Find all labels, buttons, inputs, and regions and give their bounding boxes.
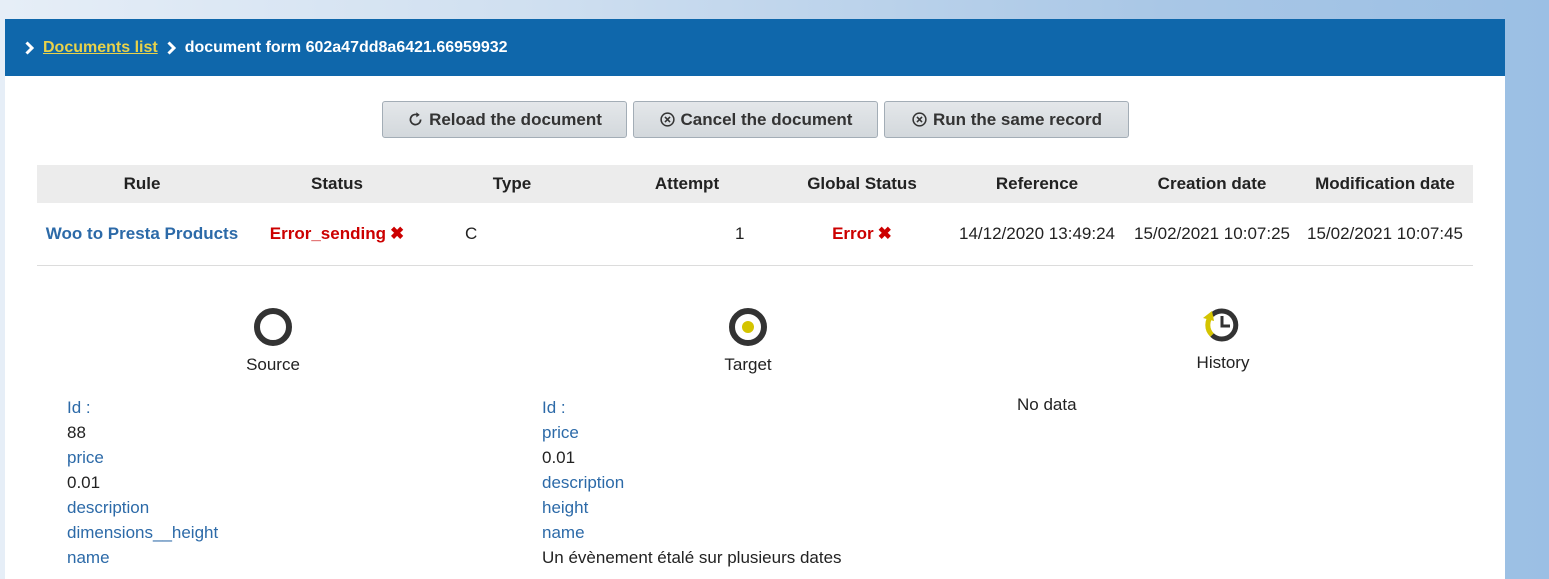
column-header-creation-date: Creation date (1127, 165, 1297, 203)
reload-label: Reload the document (429, 109, 602, 129)
cancel-label: Cancel the document (680, 109, 853, 129)
reference-cell: 14/12/2020 13:49:24 (947, 203, 1127, 266)
documents-list-link[interactable]: Documents list (43, 39, 158, 57)
tab-history-label: History (1196, 353, 1250, 372)
target-icon (729, 308, 767, 346)
reload-document-button[interactable]: Reload the document (382, 101, 627, 138)
source-field-key: name (67, 548, 110, 567)
document-panel: Documents list document form 602a47dd8a6… (5, 19, 1505, 579)
tab-history[interactable]: History (1123, 303, 1323, 373)
run-same-record-button[interactable]: Run the same record (884, 101, 1129, 138)
global-status-cell: Error ✖ (777, 203, 947, 266)
status-cell: Error_sending ✖ (247, 203, 427, 266)
modification-date-cell: 15/02/2021 10:07:45 (1297, 203, 1473, 266)
source-field-key: price (67, 448, 104, 467)
tab-target[interactable]: Target (648, 305, 848, 375)
source-field-key: description (67, 498, 150, 517)
table-header-row: Rule Status Type Attempt Global Status R… (37, 165, 1473, 203)
source-ring-icon (254, 308, 292, 346)
global-status-value: Error (832, 224, 874, 243)
circle-x-icon (912, 112, 927, 127)
target-field-key: description (542, 473, 625, 492)
chevron-right-icon (167, 40, 176, 55)
column-header-global-status: Global Status (777, 165, 947, 203)
column-header-reference: Reference (947, 165, 1127, 203)
column-header-status: Status (247, 165, 427, 203)
breadcrumb: Documents list document form 602a47dd8a6… (5, 19, 1505, 76)
status-value: Error_sending (269, 224, 386, 243)
target-field-key: height (542, 498, 589, 517)
source-field-value: 0.01 (67, 473, 101, 492)
error-x-icon: ✖ (389, 224, 405, 243)
tab-source-label: Source (246, 355, 300, 374)
document-table: Rule Status Type Attempt Global Status R… (37, 165, 1473, 266)
source-field-key: dimensions__height (67, 523, 219, 542)
target-field-value: 0.01 (542, 448, 576, 467)
chevron-right-icon (25, 40, 34, 55)
cancel-document-button[interactable]: Cancel the document (633, 101, 878, 138)
creation-date-cell: 15/02/2021 10:07:25 (1127, 203, 1297, 266)
tab-target-label: Target (724, 355, 772, 374)
page-title: document form 602a47dd8a6421.66959932 (184, 38, 508, 56)
circle-x-icon (659, 112, 675, 127)
history-clock-icon (1203, 308, 1239, 342)
type-cell: C (427, 203, 597, 266)
target-fields: Id : price 0.01 description height name … (542, 395, 842, 570)
run-label: Run the same record (932, 109, 1103, 129)
attempt-cell: 1 (597, 203, 777, 266)
action-toolbar: Reload the document Cancel the document … (382, 101, 1129, 138)
column-header-type: Type (427, 165, 597, 203)
source-fields: Id : 88 price 0.01 description dimension… (67, 395, 218, 570)
target-field-value: Un évènement étalé sur plusieurs dates (542, 548, 842, 567)
source-field-value: 88 (67, 423, 86, 442)
rule-link[interactable]: Woo to Presta Products (46, 224, 238, 243)
tab-source[interactable]: Source (173, 305, 373, 375)
rule-cell: Woo to Presta Products (37, 203, 247, 266)
table-row: Woo to Presta Products Error_sending ✖ C … (37, 203, 1473, 266)
history-empty-text: No data (1017, 395, 1077, 414)
refresh-icon (409, 112, 422, 126)
column-header-modification-date: Modification date (1297, 165, 1473, 203)
column-header-attempt: Attempt (597, 165, 777, 203)
error-x-icon: ✖ (877, 224, 892, 243)
target-field-key: Id : (542, 398, 566, 417)
column-header-rule: Rule (37, 165, 247, 203)
target-field-key: name (542, 523, 585, 542)
target-field-key: price (542, 423, 579, 442)
source-field-key: Id : (67, 398, 91, 417)
